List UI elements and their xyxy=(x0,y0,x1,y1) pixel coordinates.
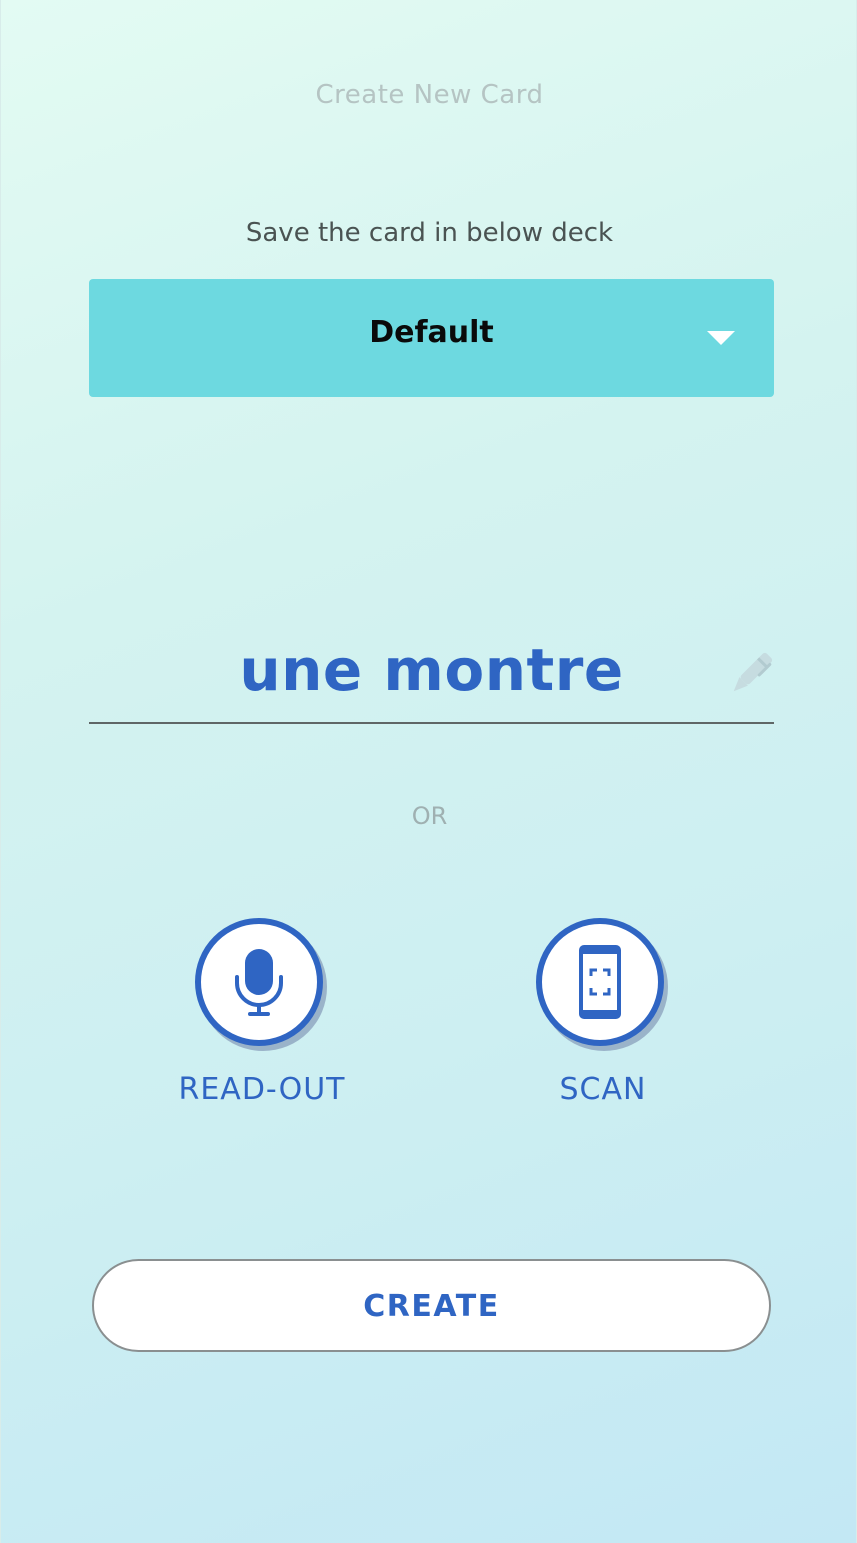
microphone-icon xyxy=(235,949,283,1016)
chevron-down-icon xyxy=(707,331,735,345)
pencil-icon[interactable] xyxy=(725,648,775,702)
read-out-label[interactable]: READ-OUT xyxy=(152,1072,372,1107)
or-divider: OR xyxy=(411,802,448,830)
phone-scan-icon xyxy=(579,945,621,1019)
deck-label: Save the card in below deck xyxy=(245,218,614,248)
create-button-label: CREATE xyxy=(363,1289,500,1324)
word-input-value: une montre xyxy=(239,636,624,704)
deck-selected-value: Default xyxy=(369,315,494,350)
create-button[interactable]: CREATE xyxy=(92,1259,771,1352)
create-card-screen: Create New Card Save the card in below d… xyxy=(0,0,857,1543)
deck-dropdown[interactable]: Default xyxy=(89,279,774,397)
scan-label[interactable]: SCAN xyxy=(493,1072,713,1107)
scan-button[interactable] xyxy=(536,918,664,1046)
page-title: Create New Card xyxy=(315,80,544,110)
word-input-field[interactable]: une montre xyxy=(89,630,774,724)
read-out-button[interactable] xyxy=(195,918,323,1046)
